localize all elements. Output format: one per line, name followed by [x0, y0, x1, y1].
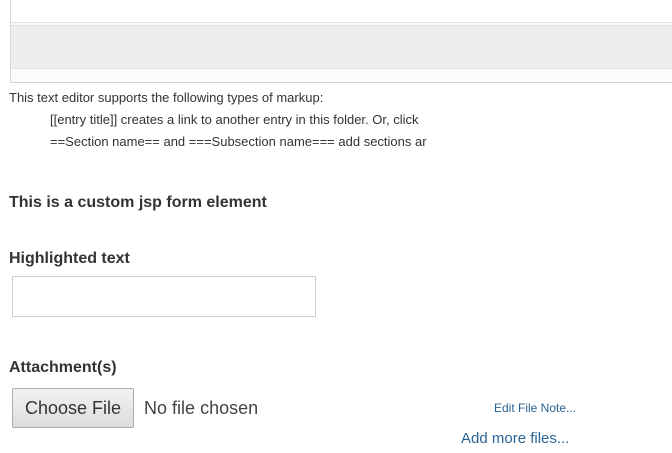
no-file-chosen-text: No file chosen	[144, 397, 259, 418]
add-more-files-link[interactable]: Add more files...	[461, 430, 569, 447]
markup-help-sections: ==Section name== and ===Subsection name=…	[50, 134, 427, 149]
markup-help: This text editor supports the following …	[9, 89, 672, 155]
markup-help-links: [[entry title]] creates a link to anothe…	[50, 112, 419, 127]
highlighted-text-input[interactable]	[12, 276, 316, 317]
attachments-label: Attachment(s)	[9, 359, 117, 376]
editor-text-area[interactable]	[11, 25, 672, 69]
text-editor[interactable]	[10, 0, 672, 83]
editor-toolbar	[11, 0, 672, 23]
markup-help-intro: This text editor supports the following …	[9, 90, 324, 105]
custom-element-text: This is a custom jsp form element	[9, 194, 267, 211]
highlighted-text-label: Highlighted text	[9, 250, 130, 267]
edit-file-note-link[interactable]: Edit File Note...	[494, 401, 576, 415]
file-picker[interactable]: Choose File No file chosen	[12, 388, 258, 428]
choose-file-button[interactable]: Choose File	[12, 388, 135, 428]
